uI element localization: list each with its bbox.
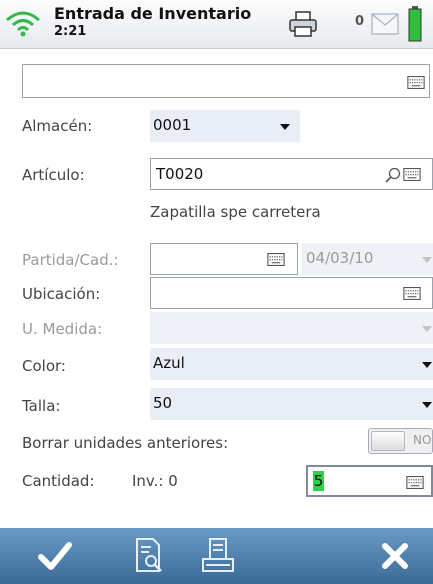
notification-count: 0 bbox=[355, 14, 365, 29]
partida-date-select: 04/03/10 bbox=[302, 243, 433, 275]
ubicacion-label: Ubicación: bbox=[22, 285, 101, 303]
chevron-down-icon bbox=[422, 362, 432, 368]
talla-label: Talla: bbox=[22, 397, 61, 415]
clock-time: 2:21 bbox=[54, 24, 87, 39]
document-search-button[interactable] bbox=[118, 528, 178, 584]
keyboard-icon[interactable] bbox=[403, 168, 421, 181]
borrar-label: Borrar unidades anteriores: bbox=[22, 434, 229, 452]
cancel-button[interactable] bbox=[365, 528, 425, 584]
chevron-down-icon bbox=[422, 402, 432, 408]
document-search-icon bbox=[136, 538, 162, 572]
partida-date: 04/03/10 bbox=[306, 249, 374, 267]
battery-icon bbox=[408, 6, 422, 42]
almacen-select[interactable]: 0001 bbox=[150, 110, 300, 142]
cantidad-label: Cantidad: bbox=[22, 472, 95, 490]
print-button[interactable] bbox=[188, 528, 248, 584]
toggle-knob[interactable] bbox=[371, 431, 405, 451]
almacen-label: Almacén: bbox=[22, 117, 93, 135]
articulo-value: T0020 bbox=[156, 165, 204, 183]
title-bar: Entrada de Inventario 2:21 0 bbox=[0, 0, 433, 49]
ubicacion-input[interactable] bbox=[150, 277, 433, 309]
partida-input[interactable] bbox=[150, 243, 298, 275]
color-label: Color: bbox=[22, 357, 66, 375]
color-value: Azul bbox=[153, 354, 185, 372]
mail-icon[interactable] bbox=[371, 13, 399, 35]
check-icon bbox=[38, 542, 72, 570]
keyboard-icon[interactable] bbox=[267, 253, 285, 266]
chevron-down-icon bbox=[280, 124, 290, 130]
color-select[interactable]: Azul bbox=[150, 348, 433, 380]
cantidad-value: 5 bbox=[313, 471, 324, 491]
talla-select[interactable]: 50 bbox=[150, 388, 433, 420]
partida-label: Partida/Cad.: bbox=[22, 251, 119, 269]
keyboard-icon[interactable] bbox=[403, 287, 421, 300]
printer-icon[interactable] bbox=[288, 10, 318, 38]
app-title: Entrada de Inventario bbox=[54, 4, 252, 23]
borrar-toggle[interactable]: NO bbox=[368, 428, 433, 454]
almacen-value: 0001 bbox=[153, 116, 192, 134]
keyboard-icon[interactable] bbox=[407, 76, 425, 89]
medida-select bbox=[150, 312, 433, 344]
bottom-toolbar bbox=[0, 528, 433, 584]
cantidad-input[interactable]: 5 bbox=[306, 465, 433, 497]
print-icon bbox=[202, 538, 234, 572]
wifi-icon bbox=[6, 11, 40, 37]
search-icon[interactable] bbox=[385, 167, 401, 183]
keyboard-icon[interactable] bbox=[406, 476, 424, 489]
close-icon bbox=[382, 543, 408, 569]
scan-input[interactable] bbox=[22, 64, 430, 98]
medida-label: U. Medida: bbox=[22, 320, 103, 338]
confirm-button[interactable] bbox=[20, 528, 90, 584]
chevron-down-icon bbox=[422, 326, 432, 332]
articulo-input[interactable]: T0020 bbox=[150, 158, 433, 190]
chevron-down-icon bbox=[422, 257, 432, 263]
toggle-state: NO bbox=[413, 433, 432, 447]
articulo-description: Zapatilla spe carretera bbox=[150, 203, 321, 221]
inventory-count: Inv.: 0 bbox=[132, 472, 178, 490]
talla-value: 50 bbox=[153, 394, 173, 412]
articulo-label: Artículo: bbox=[22, 166, 85, 184]
